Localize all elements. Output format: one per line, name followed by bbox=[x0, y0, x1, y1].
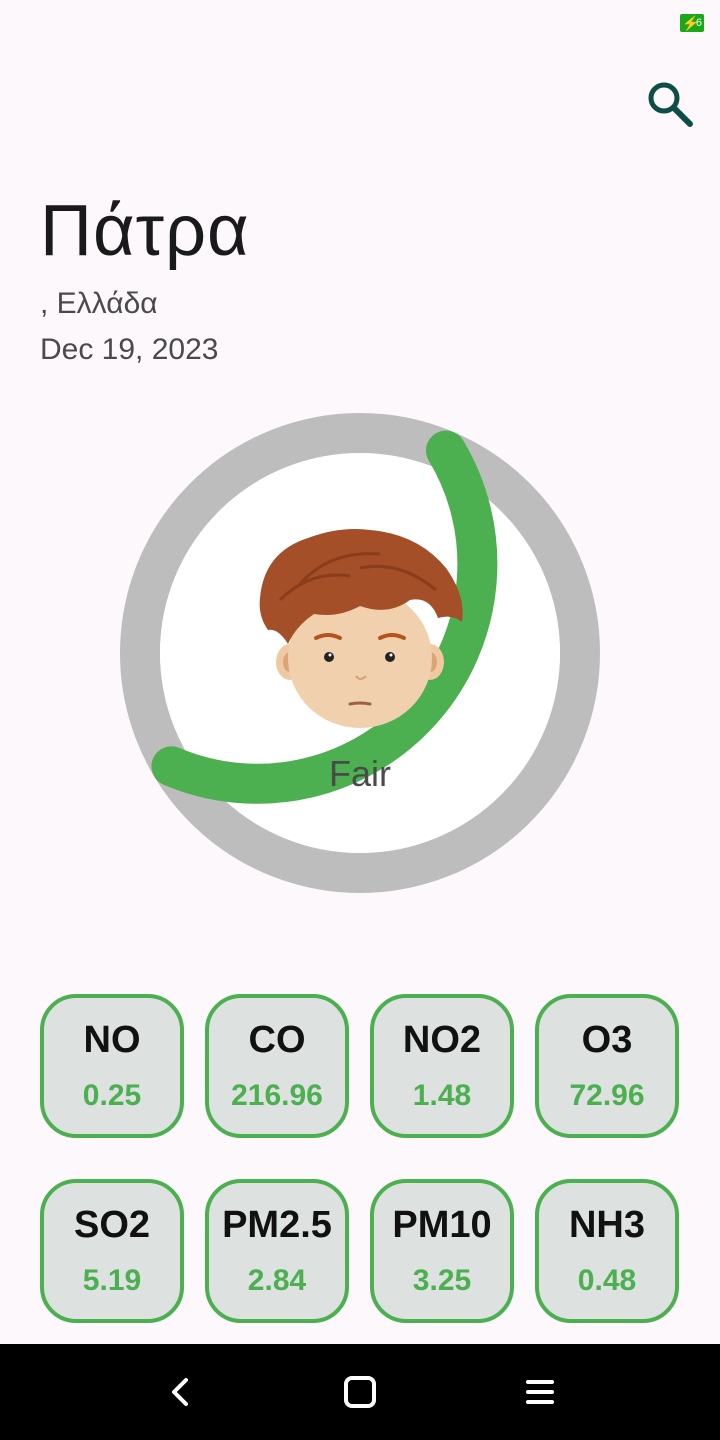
search-icon bbox=[648, 82, 693, 127]
battery-icon: ⚡ 6 bbox=[680, 14, 704, 32]
battery-level: 6 bbox=[695, 17, 702, 29]
pollutant-card-co[interactable]: CO 216.96 bbox=[205, 994, 349, 1138]
pollutant-name: O3 bbox=[581, 1019, 633, 1061]
pollutant-card-no[interactable]: NO 0.25 bbox=[40, 994, 184, 1138]
pollutant-name: NO bbox=[83, 1019, 141, 1061]
pollutant-card-pm25[interactable]: PM2.5 2.84 bbox=[205, 1179, 349, 1323]
pollutant-name: CO bbox=[248, 1019, 306, 1061]
search-button[interactable] bbox=[640, 74, 700, 134]
pollutant-value: 3.25 bbox=[412, 1264, 472, 1297]
square-icon bbox=[344, 1376, 376, 1408]
pollutant-card-no2[interactable]: NO2 1.48 bbox=[370, 994, 514, 1138]
menu-icon bbox=[526, 1380, 554, 1404]
date-label: Dec 19, 2023 bbox=[40, 333, 219, 366]
pollutant-card-so2[interactable]: SO2 5.19 bbox=[40, 1179, 184, 1323]
pollutant-value: 5.19 bbox=[82, 1264, 142, 1297]
pollutant-grid: NO 0.25 CO 216.96 NO2 1.48 O3 72.96 SO2 … bbox=[40, 994, 680, 1323]
pollutant-name: SO2 bbox=[73, 1204, 151, 1246]
app-screen: ⚡ 6 Πάτρα , Ελλάδα Dec 19, 2023 Fair NO … bbox=[0, 0, 720, 1440]
navigation-bar bbox=[0, 1344, 720, 1440]
pollutant-card-pm10[interactable]: PM10 3.25 bbox=[370, 1179, 514, 1323]
pollutant-card-nh3[interactable]: NH3 0.48 bbox=[535, 1179, 679, 1323]
country-name: , Ελλάδα bbox=[40, 287, 158, 320]
pollutant-value: 1.48 bbox=[412, 1079, 472, 1112]
status-bar: ⚡ 6 bbox=[0, 0, 720, 46]
chevron-left-icon bbox=[172, 1378, 188, 1406]
back-button[interactable] bbox=[152, 1364, 208, 1420]
recents-button[interactable] bbox=[512, 1364, 568, 1420]
city-name: Πάτρα bbox=[40, 191, 250, 271]
home-button[interactable] bbox=[332, 1364, 388, 1420]
pollutant-value: 72.96 bbox=[569, 1079, 645, 1112]
pollutant-value: 216.96 bbox=[231, 1079, 323, 1112]
pollutant-name: PM2.5 bbox=[222, 1204, 332, 1246]
pollutant-name: NO2 bbox=[402, 1019, 482, 1061]
pollutant-value: 0.25 bbox=[82, 1079, 142, 1112]
pollutant-name: PM10 bbox=[392, 1204, 492, 1246]
pollutant-card-o3[interactable]: O3 72.96 bbox=[535, 994, 679, 1138]
pollutant-value: 2.84 bbox=[247, 1264, 307, 1297]
face-icon bbox=[259, 529, 463, 728]
pollutant-name: NH3 bbox=[568, 1204, 646, 1246]
air-quality-label: Fair bbox=[329, 753, 391, 794]
pollutant-value: 0.48 bbox=[577, 1264, 637, 1297]
